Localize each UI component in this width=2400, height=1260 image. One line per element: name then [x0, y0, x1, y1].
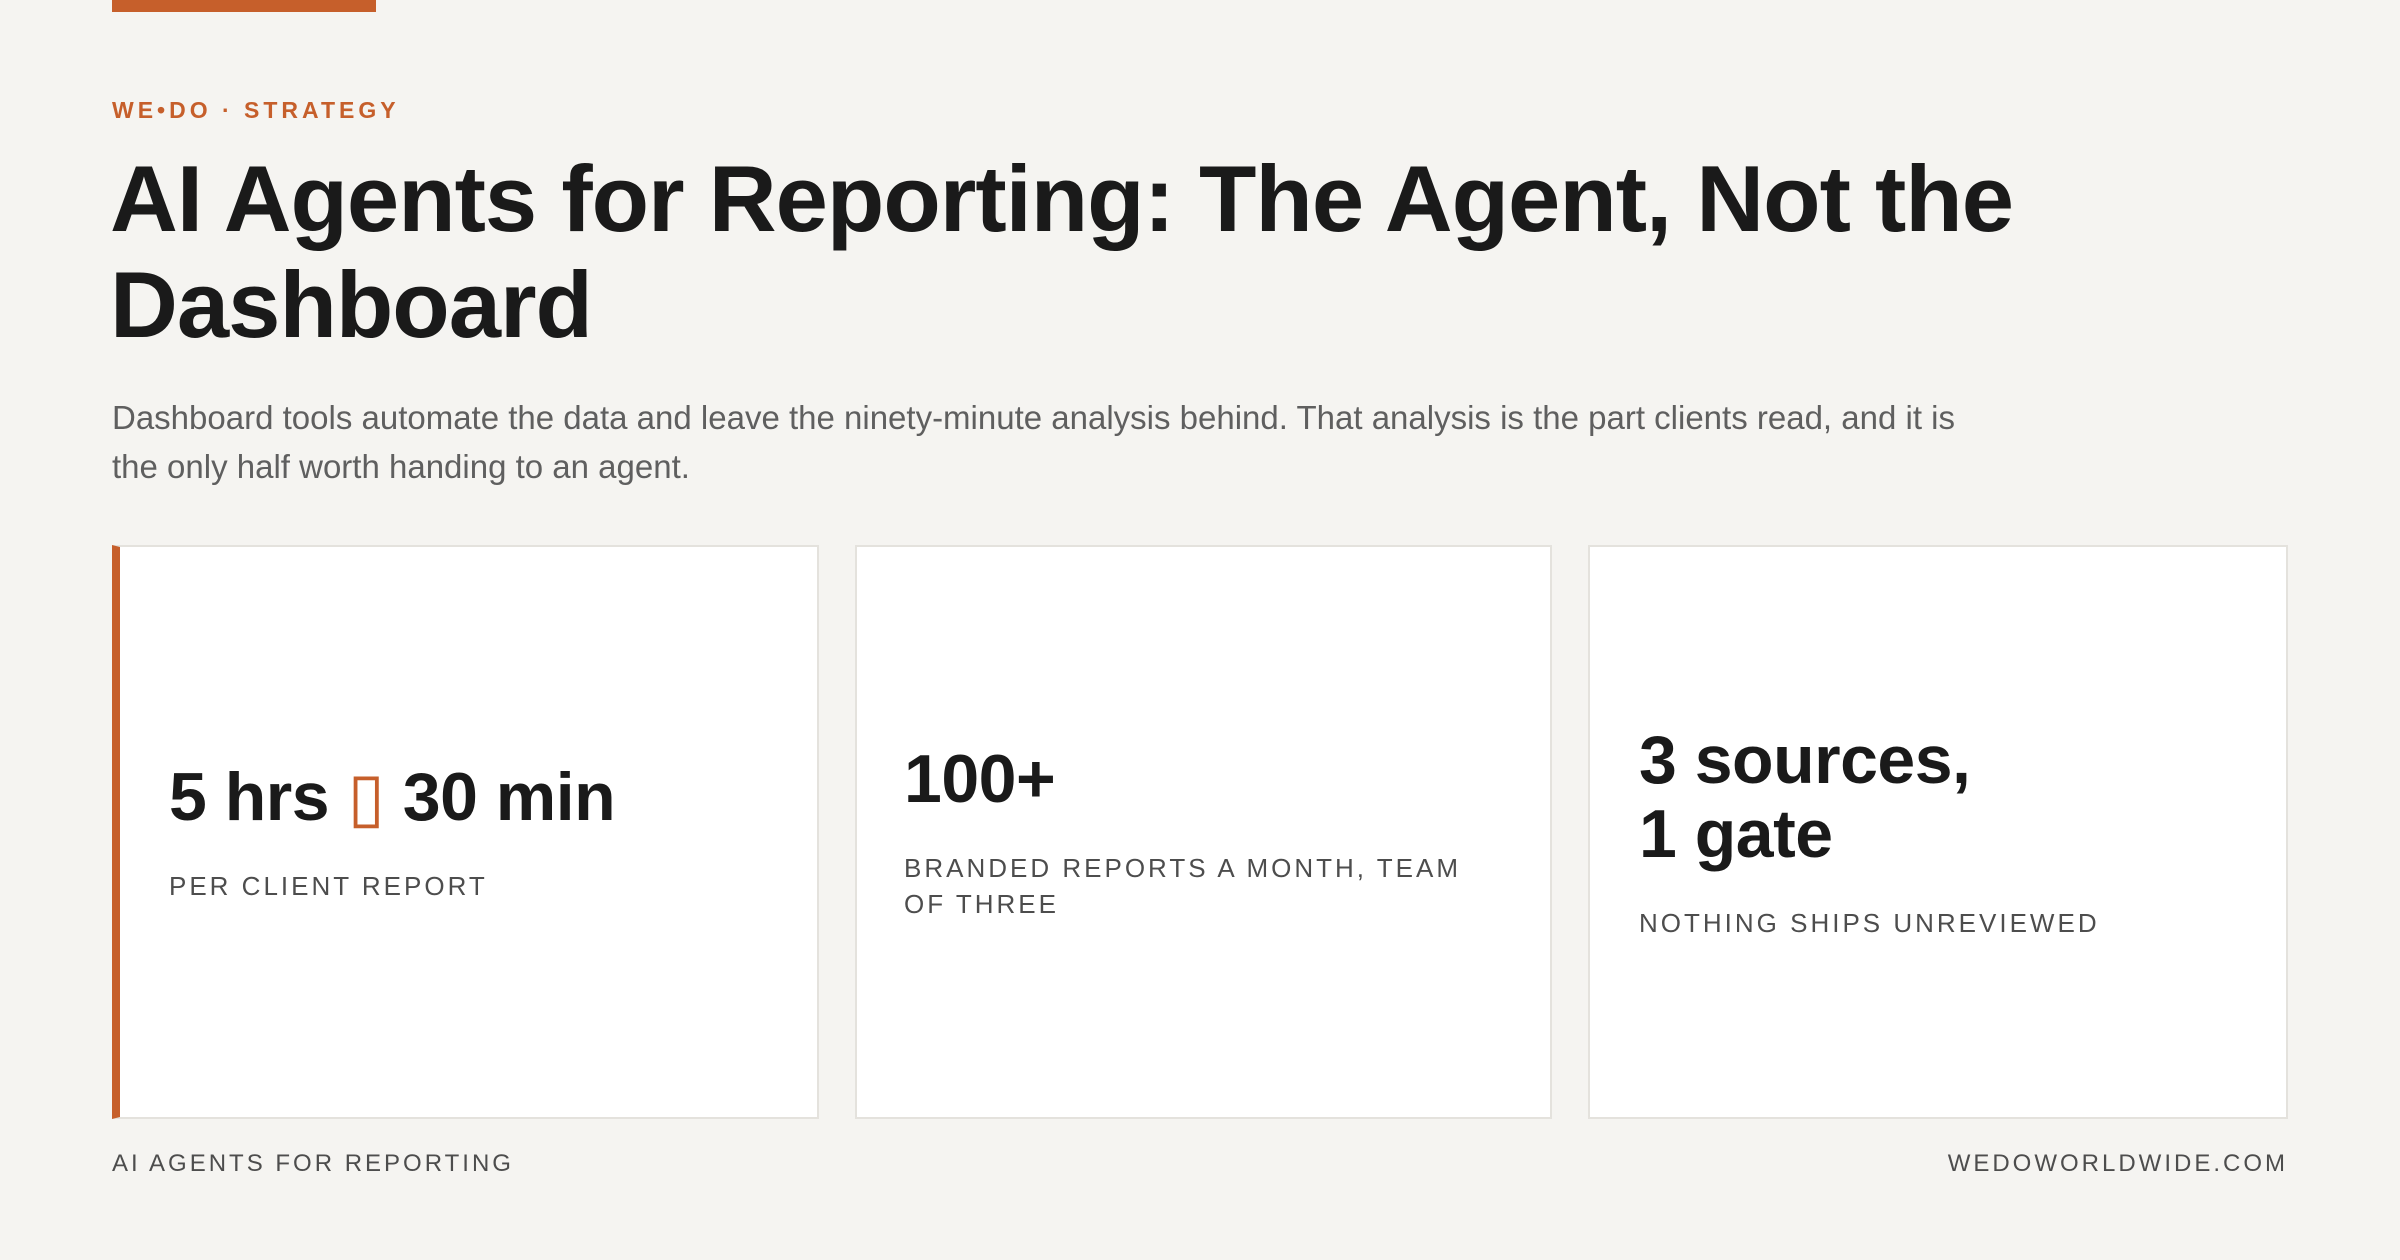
stat-value-line-1: 3 sources,	[1639, 722, 1971, 798]
stat-label: BRANDED REPORTS A MONTH, TEAM OF THREE	[904, 853, 1462, 919]
footer-title: AI AGENTS FOR REPORTING	[112, 1150, 514, 1177]
stat-card-time-saved: 5 hrs ▯ 30 min PER CLIENT REPORT	[112, 545, 819, 1119]
page-subtitle: Dashboard tools automate the data and le…	[112, 399, 1955, 485]
stat-value: 3 sources, 1 gate	[1639, 723, 2246, 871]
stat-label: PER CLIENT REPORT	[169, 871, 488, 901]
stat-value-before: 5 hrs	[169, 759, 330, 835]
stat-card-report-volume: 100+ BRANDED REPORTS A MONTH, TEAM OF TH…	[855, 545, 1552, 1119]
page-title: AI Agents for Reporting: The Agent, Not …	[110, 146, 2014, 357]
stat-card-review-gate: 3 sources, 1 gate NOTHING SHIPS UNREVIEW…	[1588, 545, 2288, 1119]
top-accent-bar	[112, 0, 376, 12]
arrow-icon: ▯	[347, 759, 385, 835]
stat-value-after: 30 min	[402, 759, 616, 835]
eyebrow-label: WE•DO · STRATEGY	[112, 97, 400, 123]
stat-value-line-2: 1 gate	[1639, 796, 1833, 872]
stat-label: NOTHING SHIPS UNREVIEWED	[1639, 908, 2100, 938]
footer-website: WEDOWORLDWIDE.COM	[1947, 1150, 2288, 1177]
stat-value: 100+	[904, 741, 1056, 817]
stat-value: 5 hrs ▯ 30 min	[169, 760, 817, 834]
